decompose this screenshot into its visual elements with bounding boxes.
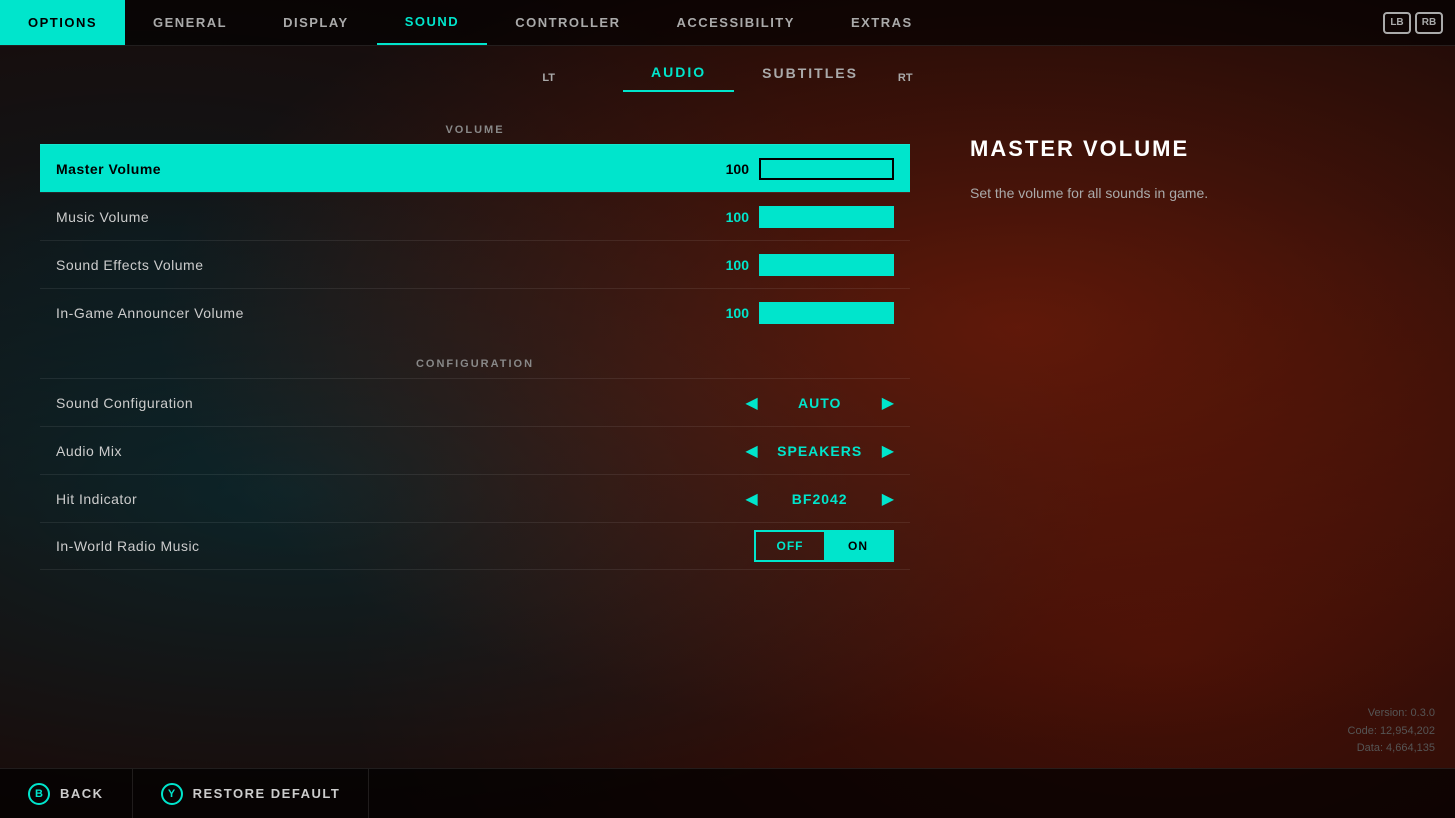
- hit-indicator-value: BF2042: [770, 491, 870, 507]
- audio-mix-selector[interactable]: ◀ SPEAKERS ▶: [745, 441, 894, 461]
- restore-default-label: RESTORE DEFAULT: [193, 786, 341, 801]
- back-icon: B: [28, 783, 50, 805]
- tab-general[interactable]: GENERAL: [125, 0, 255, 45]
- tab-controller[interactable]: CONTROLLER: [487, 0, 648, 45]
- in-world-radio-music-toggle[interactable]: OFF ON: [754, 530, 894, 562]
- sound-effects-volume-row[interactable]: Sound Effects Volume 100: [40, 240, 910, 288]
- sound-configuration-selector[interactable]: ◀ AUTO ▶: [745, 393, 894, 413]
- hit-indicator-next[interactable]: ▶: [882, 489, 894, 509]
- version-number: Version: 0.3.0: [1348, 705, 1435, 723]
- hit-indicator-label: Hit Indicator: [56, 491, 745, 507]
- sound-configuration-next[interactable]: ▶: [882, 393, 894, 413]
- master-volume-label: Master Volume: [56, 161, 719, 177]
- hit-indicator-row[interactable]: Hit Indicator ◀ BF2042 ▶: [40, 474, 910, 522]
- restore-icon: Y: [161, 783, 183, 805]
- rb-button[interactable]: RB: [1415, 12, 1443, 34]
- in-world-radio-music-row[interactable]: In-World Radio Music OFF ON: [40, 522, 910, 570]
- back-button[interactable]: B BACK: [0, 769, 133, 818]
- restore-default-button[interactable]: Y RESTORE DEFAULT: [133, 769, 370, 818]
- hit-indicator-selector[interactable]: ◀ BF2042 ▶: [745, 489, 894, 509]
- version-code: Code: 12,954,202: [1348, 723, 1435, 741]
- version-data: Data: 4,664,135: [1348, 740, 1435, 758]
- in-game-announcer-volume-value: 100: [719, 305, 749, 321]
- tab-audio[interactable]: AUDIO: [623, 64, 734, 92]
- audio-mix-label: Audio Mix: [56, 443, 745, 459]
- sound-configuration-value: AUTO: [770, 395, 870, 411]
- info-description: Set the volume for all sounds in game.: [970, 182, 1355, 204]
- tab-accessibility[interactable]: ACCESSIBILITY: [648, 0, 822, 45]
- info-panel: MASTER VOLUME Set the volume for all sou…: [910, 116, 1415, 768]
- info-title: MASTER VOLUME: [970, 136, 1355, 162]
- settings-panel: VOLUME Master Volume 100 Music Volume 10…: [40, 116, 910, 768]
- top-navigation: OPTIONS GENERAL DISPLAY SOUND CONTROLLER…: [0, 0, 1455, 46]
- audio-mix-prev[interactable]: ◀: [745, 441, 757, 461]
- tab-subtitles[interactable]: SUBTITLES: [734, 65, 886, 91]
- sub-tabs: LT AUDIO SUBTITLES RT: [0, 46, 1455, 96]
- controller-buttons: LB RB: [1383, 0, 1455, 45]
- in-game-announcer-volume-label: In-Game Announcer Volume: [56, 305, 719, 321]
- hit-indicator-prev[interactable]: ◀: [745, 489, 757, 509]
- audio-mix-value: SPEAKERS: [770, 443, 870, 459]
- tab-display[interactable]: DISPLAY: [255, 0, 377, 45]
- tab-sound[interactable]: SOUND: [377, 0, 487, 45]
- tab-options[interactable]: OPTIONS: [0, 0, 125, 45]
- sound-configuration-label: Sound Configuration: [56, 395, 745, 411]
- master-volume-value: 100: [719, 161, 749, 177]
- sound-effects-volume-label: Sound Effects Volume: [56, 257, 719, 273]
- toggle-off[interactable]: OFF: [756, 532, 824, 560]
- main-content: VOLUME Master Volume 100 Music Volume 10…: [0, 96, 1455, 768]
- tab-extras[interactable]: EXTRAS: [823, 0, 941, 45]
- configuration-section-label: CONFIGURATION: [40, 350, 910, 378]
- bottom-bar: B BACK Y RESTORE DEFAULT: [0, 768, 1455, 818]
- volume-section-label: VOLUME: [40, 116, 910, 144]
- in-game-announcer-volume-slider[interactable]: [759, 302, 894, 324]
- audio-mix-row[interactable]: Audio Mix ◀ SPEAKERS ▶: [40, 426, 910, 474]
- master-volume-row[interactable]: Master Volume 100: [40, 144, 910, 192]
- master-volume-slider[interactable]: [759, 158, 894, 180]
- sound-effects-volume-value: 100: [719, 257, 749, 273]
- tab-audio-inactive[interactable]: [567, 73, 623, 83]
- in-game-announcer-volume-row[interactable]: In-Game Announcer Volume 100: [40, 288, 910, 336]
- lt-trigger: LT: [530, 72, 567, 84]
- sound-effects-volume-slider[interactable]: [759, 254, 894, 276]
- rt-trigger: RT: [886, 72, 925, 84]
- sound-configuration-row[interactable]: Sound Configuration ◀ AUTO ▶: [40, 378, 910, 426]
- toggle-on[interactable]: ON: [824, 532, 892, 560]
- lb-button[interactable]: LB: [1383, 12, 1411, 34]
- audio-mix-next[interactable]: ▶: [882, 441, 894, 461]
- music-volume-row[interactable]: Music Volume 100: [40, 192, 910, 240]
- music-volume-value: 100: [719, 209, 749, 225]
- music-volume-label: Music Volume: [56, 209, 719, 225]
- back-label: BACK: [60, 786, 104, 801]
- music-volume-slider[interactable]: [759, 206, 894, 228]
- sound-configuration-prev[interactable]: ◀: [745, 393, 757, 413]
- in-world-radio-music-label: In-World Radio Music: [56, 538, 754, 554]
- version-info: Version: 0.3.0 Code: 12,954,202 Data: 4,…: [1348, 705, 1435, 758]
